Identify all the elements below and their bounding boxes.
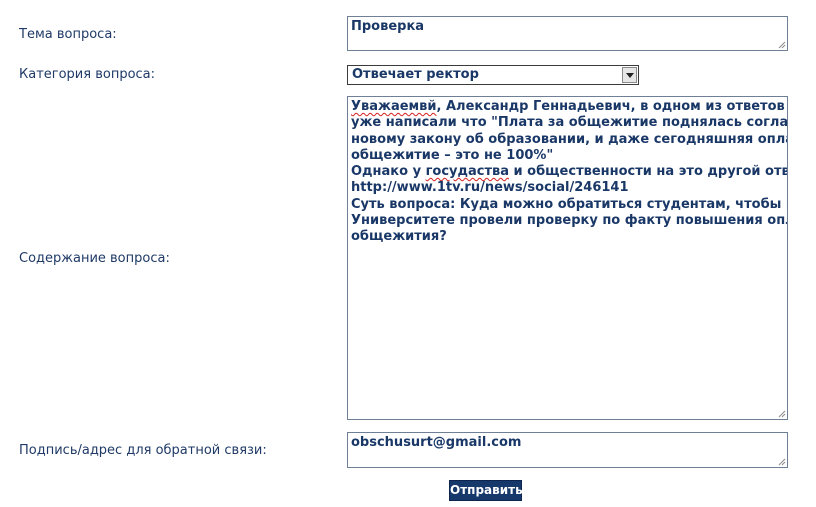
spellcheck-word: Уважаемвй (351, 99, 437, 114)
resize-grip-icon[interactable] (778, 410, 786, 418)
resize-grip-icon[interactable] (778, 458, 786, 466)
contact-label: Подпись/адрес для обратной связи: (19, 443, 267, 458)
content-text: и общественности на это другой ответ (509, 164, 788, 180)
contact-input[interactable]: obschusurt@gmail.com (347, 432, 788, 468)
content-label: Содержание вопроса: (19, 251, 170, 266)
content-line: Университете провели проверку по факту п… (351, 213, 788, 229)
content-url: http://www.1tv.ru/news/social/246141 (351, 180, 629, 196)
content-line: новому закону об образовании, и даже сег… (351, 131, 788, 147)
chevron-down-icon (626, 73, 634, 78)
contact-value: obschusurt@gmail.com (351, 435, 522, 450)
content-text: , Александр Геннадьевич, в одном из отве… (436, 99, 788, 114)
spellcheck-word: госудаства (425, 164, 510, 180)
resize-grip-icon[interactable] (778, 41, 786, 49)
content-line: общежитие – это не 100%" (351, 147, 554, 163)
topic-value: Проверка (351, 19, 425, 34)
content-line: Однако у госудаства и общественности на … (351, 164, 787, 180)
category-label: Категория вопроса: (19, 67, 156, 82)
category-select[interactable]: Отвечает ректор (347, 65, 639, 85)
content-line: Уважаемвй, Александр Геннадьевич, в одно… (351, 99, 787, 115)
topic-input[interactable]: Проверка (347, 16, 788, 51)
content-line: общежития? (351, 229, 447, 245)
category-selected-value: Отвечает ректор (352, 67, 479, 82)
content-line: уже написали что "Плата за общежитие под… (351, 115, 788, 131)
dropdown-button[interactable] (622, 67, 637, 83)
content-text: Однако у (351, 164, 426, 180)
submit-button[interactable]: Отправить (449, 480, 523, 501)
topic-label: Тема вопроса: (19, 27, 117, 42)
content-textarea[interactable]: Уважаемвй, Александр Геннадьевич, в одно… (347, 96, 788, 420)
content-line: Суть вопроса: Куда можно обратиться студ… (351, 196, 788, 212)
